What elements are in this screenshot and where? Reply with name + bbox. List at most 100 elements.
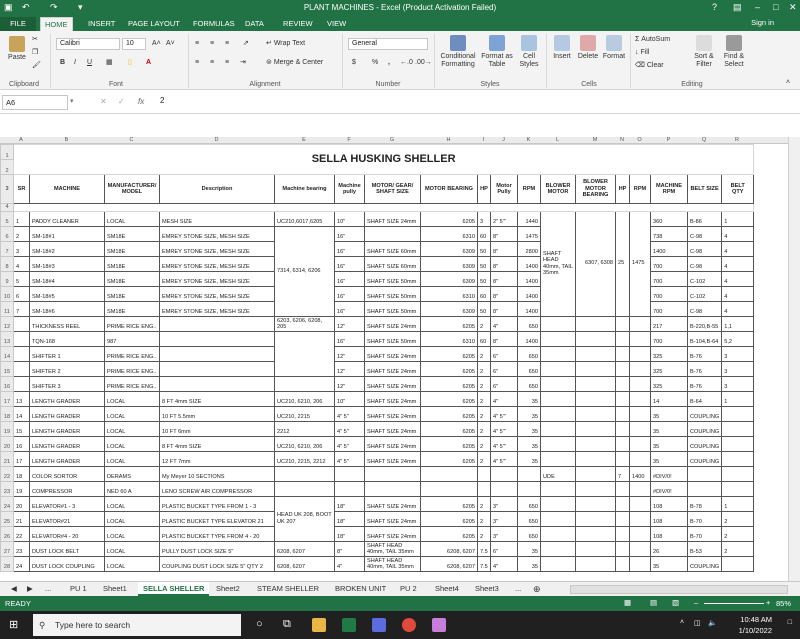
cell[interactable] (629, 315, 651, 332)
cell[interactable]: C-102 (686, 285, 723, 302)
cell[interactable]: 8" (490, 285, 518, 302)
column-header[interactable]: H (420, 137, 477, 143)
cell[interactable]: SM-18#2 (29, 240, 105, 257)
cell[interactable]: 700 (650, 255, 688, 272)
cell[interactable]: SHAFT SIZE 24mm (364, 450, 421, 467)
header-cell[interactable]: MACHINE RPM (650, 174, 688, 204)
cell[interactable]: SHIFTER 1 (29, 345, 105, 362)
cell[interactable] (629, 435, 651, 452)
cell[interactable] (615, 375, 630, 392)
cell[interactable] (575, 360, 616, 377)
row-header[interactable]: 26 (0, 525, 14, 542)
cell[interactable] (575, 345, 616, 362)
cell[interactable]: 1400 (517, 255, 541, 272)
cell[interactable]: SM18E (104, 300, 160, 317)
cell[interactable]: 6205 (420, 345, 478, 362)
cell[interactable] (575, 510, 616, 527)
percent-button[interactable]: % (372, 57, 378, 68)
font-color-icon[interactable]: A (146, 57, 151, 68)
cell[interactable]: 217 (650, 315, 688, 332)
cell[interactable]: LOCAL (104, 450, 160, 467)
cell[interactable]: 2 (477, 375, 491, 392)
cell[interactable]: TQN-168 (29, 330, 105, 347)
cell[interactable]: COUPLING DUST LOCK SIZE 5" QTY 2 (159, 555, 275, 572)
comma-button[interactable]: , (388, 57, 390, 68)
cell[interactable]: 20 (13, 495, 30, 512)
cell[interactable]: 4" (490, 390, 518, 407)
row-header[interactable]: 7 (0, 240, 14, 257)
cell[interactable]: C-98 (686, 300, 723, 317)
cell[interactable]: 1 (721, 495, 755, 512)
cell[interactable]: 22 (13, 525, 30, 542)
column-header[interactable]: K (517, 137, 540, 143)
column-header[interactable]: A (13, 137, 29, 143)
cell[interactable]: UC210, 2215, 2212 (274, 450, 335, 467)
cell[interactable]: UC210, 6210, 206 (274, 435, 335, 452)
cell[interactable]: SHAFT SIZE 24mm (364, 375, 421, 392)
header-cell[interactable]: MANUFACTURER/ MODEL (104, 174, 160, 204)
autosum-button[interactable]: Σ AutoSum (635, 34, 670, 45)
cell[interactable]: 10 FT 6mm (159, 420, 275, 437)
cell[interactable]: 700 (650, 285, 688, 302)
cell[interactable] (615, 450, 630, 467)
cell[interactable]: C-98 (686, 240, 723, 257)
align-left-icon[interactable]: ≡ (195, 57, 199, 68)
cell[interactable] (13, 315, 30, 332)
cell[interactable]: 7.5 (477, 555, 491, 572)
font-size-select[interactable]: 10 (122, 38, 146, 50)
cell[interactable] (629, 375, 651, 392)
cell[interactable]: 18" (334, 525, 365, 542)
cell[interactable]: 6" (490, 375, 518, 392)
cell[interactable]: 4" (334, 555, 365, 572)
cell[interactable]: 3 (477, 210, 491, 227)
network-icon[interactable]: ◫ (694, 619, 701, 627)
row-header[interactable]: 12 (0, 315, 14, 332)
cell[interactable]: 2 (477, 420, 491, 437)
cell[interactable]: LENGTH GRADER (29, 405, 105, 422)
fill-color-icon[interactable]: ▯ (128, 57, 132, 68)
cell[interactable]: 60 (477, 330, 491, 347)
row-header[interactable]: 13 (0, 330, 14, 347)
cell[interactable]: 6309 (420, 270, 478, 287)
cell[interactable]: 10 FT 5.5mm (159, 405, 275, 422)
cell[interactable]: COUPLING (686, 555, 723, 572)
windows-start-icon[interactable]: ⊞ (9, 618, 18, 631)
number-format-select[interactable]: General (348, 38, 428, 50)
cell[interactable]: 12" (334, 315, 365, 332)
cell[interactable] (575, 390, 616, 407)
cell[interactable]: 4 (721, 270, 755, 287)
cell[interactable] (615, 420, 630, 437)
cell[interactable]: 6310 (420, 330, 478, 347)
name-box[interactable]: A6 (2, 95, 68, 110)
cell[interactable]: 3" (490, 525, 518, 542)
cell[interactable] (540, 435, 576, 452)
sheet-tab-sheet1[interactable]: Sheet1 (98, 582, 132, 596)
header-cell[interactable]: BLOWER MOTOR BEARING (575, 174, 616, 204)
sheet-tab-sheet3[interactable]: Sheet3 (470, 582, 504, 596)
cell[interactable] (274, 330, 335, 377)
cell[interactable] (540, 420, 576, 437)
cell[interactable] (721, 420, 755, 437)
horizontal-scrollbar[interactable] (570, 585, 788, 594)
cell[interactable]: 1400 (517, 300, 541, 317)
cell[interactable]: 16" (334, 255, 365, 272)
cell[interactable]: COLOR SORTOR (29, 465, 105, 482)
cell[interactable]: SHAFT SIZE 24mm (364, 405, 421, 422)
column-header[interactable]: B (29, 137, 104, 143)
cell[interactable]: 6310 (420, 225, 478, 242)
cell[interactable] (615, 360, 630, 377)
cell[interactable]: 16" (334, 300, 365, 317)
cell[interactable]: 4 (721, 240, 755, 257)
cell[interactable]: 738 (650, 225, 688, 242)
cell[interactable]: 17 (13, 450, 30, 467)
cell[interactable] (540, 510, 576, 527)
cell[interactable]: 14 (13, 405, 30, 422)
cell[interactable] (615, 525, 630, 542)
cell[interactable] (721, 435, 755, 452)
cell[interactable]: 1475 (629, 210, 651, 317)
cancel-entry-icon[interactable]: ✕ (100, 97, 107, 106)
cell[interactable]: 4 (721, 285, 755, 302)
cell[interactable]: 6310 (420, 285, 478, 302)
delete-cells-button[interactable]: Delete (576, 35, 600, 61)
cell[interactable]: 4" 5" (334, 450, 365, 467)
